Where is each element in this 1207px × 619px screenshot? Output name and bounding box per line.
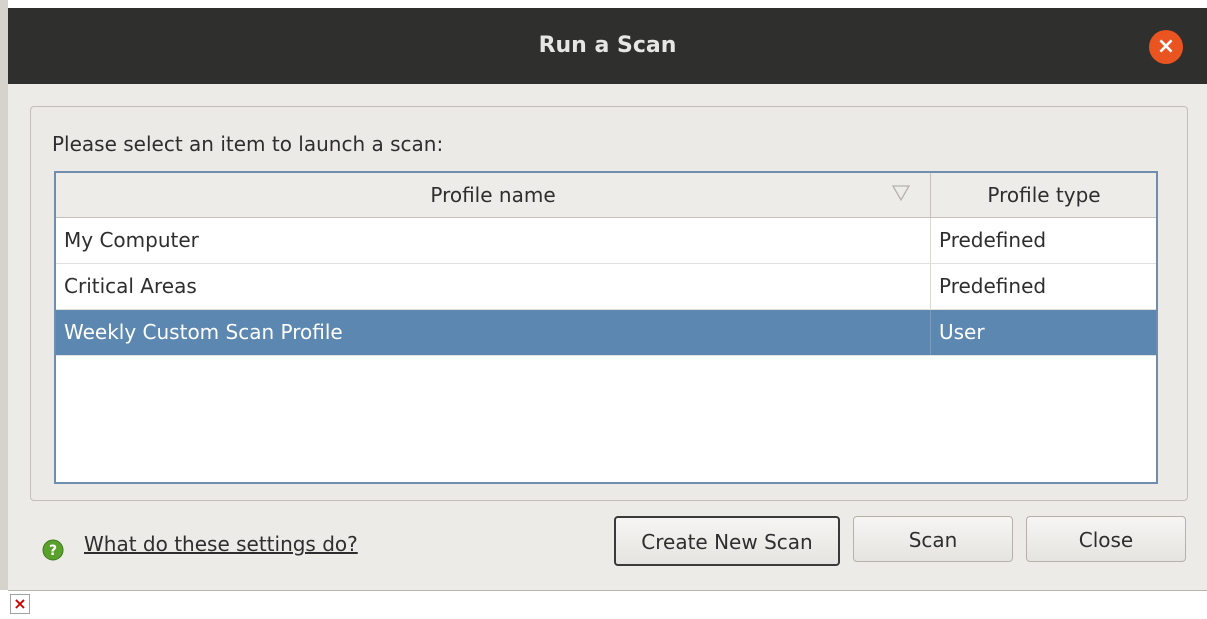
column-divider xyxy=(930,310,931,355)
help-question-icon: ? xyxy=(42,539,64,561)
profiles-table[interactable]: Profile name Profile type My Computer Pr… xyxy=(54,171,1158,484)
instruction-label: Please select an item to launch a scan: xyxy=(52,132,444,156)
broken-image-icon: × xyxy=(10,594,30,614)
column-divider xyxy=(930,264,931,309)
profile-name-cell: Critical Areas xyxy=(64,274,197,298)
dialog-title: Run a Scan xyxy=(538,33,677,58)
create-new-scan-button[interactable]: Create New Scan xyxy=(614,516,840,566)
profile-name-cell: Weekly Custom Scan Profile xyxy=(64,320,343,344)
table-row[interactable]: My Computer Predefined xyxy=(56,218,1156,264)
table-header: Profile name Profile type xyxy=(56,173,1156,218)
column-header-profile-name[interactable]: Profile name xyxy=(56,173,931,217)
profile-type-cell: Predefined xyxy=(939,274,1047,298)
table-row[interactable]: Critical Areas Predefined xyxy=(56,264,1156,310)
profile-type-cell: Predefined xyxy=(939,228,1047,252)
run-scan-dialog: Run a Scan × Please select an item to la… xyxy=(8,8,1207,591)
table-row-selected[interactable]: Weekly Custom Scan Profile User xyxy=(56,310,1156,356)
help-settings-link[interactable]: What do these settings do? xyxy=(84,532,358,556)
close-button[interactable]: Close xyxy=(1026,516,1186,562)
close-window-button[interactable]: × xyxy=(1149,30,1183,64)
background-strip xyxy=(0,0,8,590)
column-divider xyxy=(930,218,931,263)
sort-descending-icon xyxy=(891,185,911,202)
svg-text:?: ? xyxy=(49,543,57,559)
titlebar: Run a Scan × xyxy=(8,8,1207,84)
profile-name-cell: My Computer xyxy=(64,228,199,252)
profile-type-cell: User xyxy=(939,320,985,344)
scan-button[interactable]: Scan xyxy=(853,516,1013,562)
column-header-profile-type[interactable]: Profile type xyxy=(931,173,1156,217)
